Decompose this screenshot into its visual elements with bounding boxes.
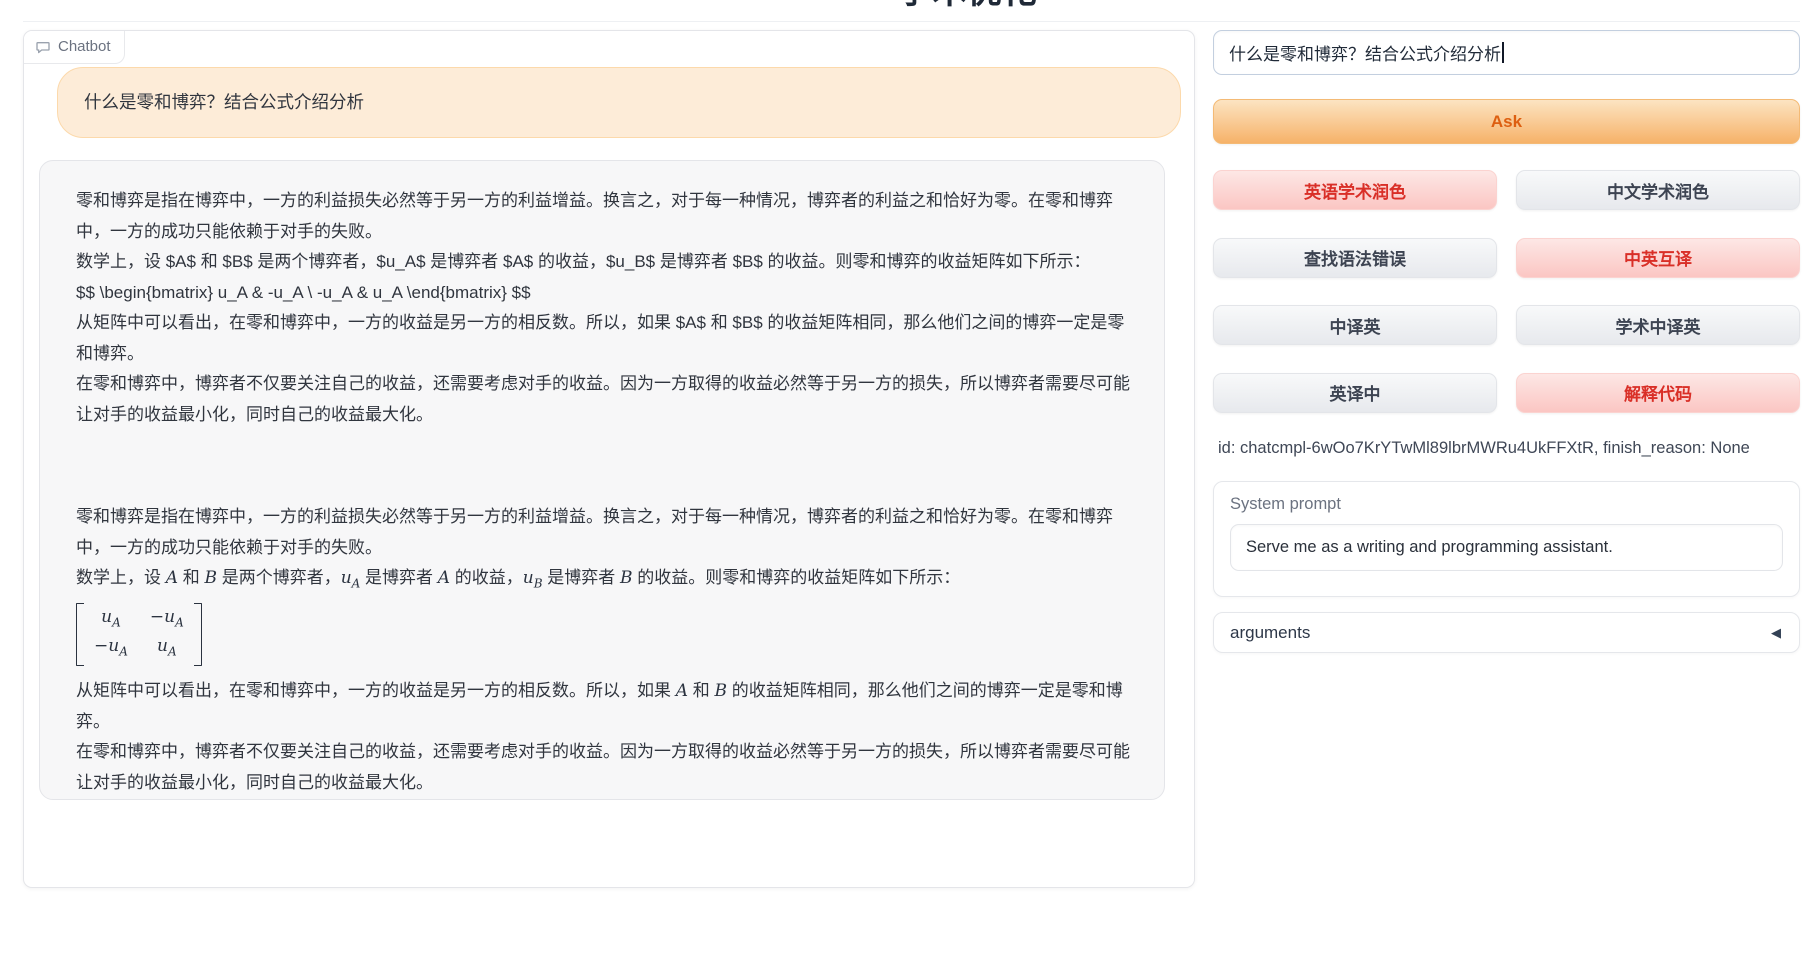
payoff-matrix: uA −uA −uA uA <box>76 603 202 666</box>
page-title: 学术优化 <box>897 0 1037 13</box>
bot-rendered-paragraph: 在零和博弈中，博弈者不仅要关注自己的收益，还需要考虑对手的收益。因为一方取得的收… <box>76 737 1134 798</box>
chatbot-label-text: Chatbot <box>58 38 111 55</box>
chatbot-panel: Chatbot 什么是零和博弈？结合公式介绍分析 零和博弈是指在博弈中，一方的利… <box>23 30 1195 888</box>
bot-raw-paragraph: 数学上，设 $A$ 和 $B$ 是两个博弈者，$u_A$ 是博弈者 $A$ 的收… <box>76 247 1134 278</box>
question-input[interactable]: 什么是零和博弈？结合公式介绍分析 <box>1213 30 1800 75</box>
matrix-cell: −uA <box>94 634 128 663</box>
matrix-left-bracket <box>76 603 84 666</box>
question-input-value: 什么是零和博弈？结合公式介绍分析 <box>1229 40 1501 65</box>
arguments-accordion-label: arguments <box>1230 623 1310 643</box>
system-prompt-input[interactable]: Serve me as a writing and programming as… <box>1230 524 1783 571</box>
action-button-zh-to-en[interactable]: 中译英 <box>1213 305 1497 345</box>
bot-raw-paragraph: 在零和博弈中，博弈者不仅要关注自己的收益，还需要考虑对手的收益。因为一方取得的收… <box>76 369 1134 430</box>
matrix-cell: uA <box>157 634 177 663</box>
system-prompt-label: System prompt <box>1230 495 1783 514</box>
action-button-academic-zh-to-en[interactable]: 学术中译英 <box>1516 305 1800 345</box>
matrix-cell: −uA <box>150 605 184 634</box>
matrix-cells: uA −uA −uA uA <box>84 603 194 666</box>
action-button-grid: 英语学术润色 中文学术润色 查找语法错误 中英互译 中译英 学术中译英 英译中 … <box>1213 170 1800 413</box>
bot-rendered-paragraph: 零和博弈是指在博弈中，一方的利益损失必然等于另一方的利益增益。换言之，对于每一种… <box>76 502 1134 563</box>
action-button-explain-code[interactable]: 解释代码 <box>1516 373 1800 413</box>
bot-rendered-paragraph: 从矩阵中可以看出，在零和博弈中，一方的收益是另一方的相反数。所以，如果 A 和 … <box>76 676 1134 737</box>
bot-rendered-paragraph: 数学上，设 A 和 B 是两个博弈者，uA 是博弈者 A 的收益，uB 是博弈者… <box>76 563 1134 599</box>
system-prompt-group: System prompt Serve me as a writing and … <box>1213 481 1800 597</box>
bot-message-rendered: 零和博弈是指在博弈中，一方的利益损失必然等于另一方的利益增益。换言之，对于每一种… <box>76 502 1134 798</box>
app-page: 学术优化 Chatbot 什么是零和博弈？结合公式介绍分析 零和博弈是指在博弈中… <box>0 0 1814 961</box>
matrix-cell: uA <box>101 605 121 634</box>
completion-status-text: id: chatcmpl-6wOo7KrYTwMl89lbrMWRu4UkFFX… <box>1218 439 1750 458</box>
bot-raw-paragraph: 零和博弈是指在博弈中，一方的利益损失必然等于另一方的利益增益。换言之，对于每一种… <box>76 186 1134 247</box>
action-button-chinese-polish[interactable]: 中文学术润色 <box>1516 170 1800 210</box>
ask-button[interactable]: Ask <box>1213 99 1800 144</box>
action-button-en-to-zh[interactable]: 英译中 <box>1213 373 1497 413</box>
user-message-text: 什么是零和博弈？结合公式介绍分析 <box>84 87 364 118</box>
system-prompt-value: Serve me as a writing and programming as… <box>1246 538 1613 557</box>
control-column: 什么是零和博弈？结合公式介绍分析 Ask 英语学术润色 中文学术润色 查找语法错… <box>1213 0 1800 961</box>
chat-bubble-icon <box>35 39 51 55</box>
text-caret <box>1502 42 1504 63</box>
arguments-accordion[interactable]: arguments ◀ <box>1213 612 1800 653</box>
bot-raw-paragraph: 从矩阵中可以看出，在零和博弈中，一方的收益是另一方的相反数。所以，如果 $A$ … <box>76 308 1134 369</box>
bot-message-bubble: 零和博弈是指在博弈中，一方的利益损失必然等于另一方的利益增益。换言之，对于每一种… <box>39 160 1165 800</box>
bot-message-raw: 零和博弈是指在博弈中，一方的利益损失必然等于另一方的利益增益。换言之，对于每一种… <box>76 186 1134 430</box>
action-button-english-polish[interactable]: 英语学术润色 <box>1213 170 1497 210</box>
action-button-zh-en-mutual-translate[interactable]: 中英互译 <box>1516 238 1800 278</box>
accordion-collapsed-icon: ◀ <box>1771 625 1781 641</box>
action-button-find-grammar-errors[interactable]: 查找语法错误 <box>1213 238 1497 278</box>
matrix-right-bracket <box>194 603 202 666</box>
chatbot-label: Chatbot <box>24 31 125 64</box>
user-message-bubble: 什么是零和博弈？结合公式介绍分析 <box>57 67 1181 138</box>
bot-raw-paragraph: $$ \begin{bmatrix} u_A & -u_A \ -u_A & u… <box>76 278 1134 309</box>
